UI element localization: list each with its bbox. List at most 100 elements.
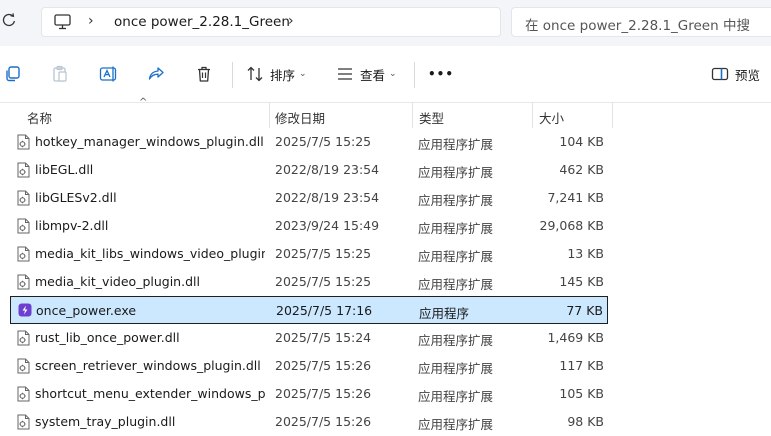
file-row[interactable]: once_power.exe 2025/7/5 17:16 应用程序 77 KB [10, 296, 608, 324]
file-modified-date: 2025/7/5 17:16 [276, 303, 373, 318]
file-type: 应用程序扩展 [418, 193, 494, 208]
share-icon [148, 67, 164, 80]
breadcrumb-current-folder[interactable]: once power_2.28.1_Green [114, 14, 290, 30]
file-type: 应用程序扩展 [418, 417, 494, 432]
file-row[interactable]: rust_lib_once_power.dll 2025/7/5 15:24 应用程… [10, 324, 608, 352]
more-options-button[interactable]: ••• [428, 62, 454, 86]
file-name: shortcut_menu_extender_windows_pl... [35, 386, 265, 401]
file-type: 应用程序扩展 [418, 221, 494, 236]
file-modified-date: 2025/7/5 15:26 [275, 386, 372, 401]
application-icon [18, 303, 32, 319]
file-name: system_tray_plugin.dll [35, 414, 176, 429]
file-modified-date: 2025/7/5 15:25 [275, 246, 372, 261]
column-divider[interactable] [612, 102, 613, 128]
file-name: media_kit_libs_windows_video_plugin.... [35, 246, 265, 261]
column-header-modified[interactable]: 修改日期 [275, 108, 325, 127]
paste-button[interactable] [51, 62, 69, 86]
file-size: 104 KB [559, 134, 604, 149]
column-header-size[interactable]: 大小 [539, 108, 564, 127]
file-name: media_kit_video_plugin.dll [35, 274, 200, 289]
file-modified-date: 2023/9/24 15:49 [275, 218, 380, 233]
file-row[interactable]: media_kit_libs_windows_video_plugin.... 2… [10, 240, 608, 268]
file-name: rust_lib_once_power.dll [35, 330, 180, 345]
more-icon: ••• [428, 67, 455, 81]
copy-button[interactable] [4, 62, 22, 86]
paste-icon [53, 65, 67, 82]
command-bar: 排序 ⌄ 查看 ⌄ ••• 预览 [0, 46, 771, 103]
file-type: 应用程序 [419, 306, 470, 321]
file-row[interactable]: libmpv-2.dll 2023/9/24 15:49 应用程序扩展 29,068 … [10, 212, 608, 240]
rename-button[interactable] [99, 62, 119, 86]
file-size: 105 KB [559, 386, 604, 401]
dll-file-icon [17, 190, 30, 206]
file-modified-date: 2025/7/5 15:25 [275, 274, 372, 289]
preview-label: 预览 [735, 67, 761, 83]
file-size: 1,469 KB [547, 330, 604, 345]
view-icon [338, 68, 352, 80]
file-name: screen_retriever_windows_plugin.dll [35, 358, 261, 373]
this-pc-icon [54, 14, 71, 33]
file-type: 应用程序扩展 [418, 277, 494, 292]
dll-file-icon [17, 246, 30, 262]
file-row[interactable]: hotkey_manager_windows_plugin.dll 2025/7/… [10, 128, 608, 156]
file-row[interactable]: system_tray_plugin.dll 2025/7/5 15:26 应用程序… [10, 408, 608, 436]
chevron-down-icon: ⌄ [389, 69, 397, 79]
copy-icon [6, 66, 20, 82]
file-type: 应用程序扩展 [418, 165, 494, 180]
search-box[interactable]: 在 once power_2.28.1_Green 中搜 [511, 7, 771, 37]
file-modified-date: 2025/7/5 15:26 [275, 358, 372, 373]
breadcrumb-expand-chevron-icon[interactable]: › [288, 13, 294, 29]
file-name: libmpv-2.dll [35, 218, 109, 233]
column-header-row: ^ 名称 修改日期 类型 大小 [0, 97, 771, 128]
dll-file-icon [17, 274, 30, 290]
delete-button[interactable] [195, 62, 213, 86]
refresh-icon[interactable] [2, 12, 20, 32]
file-size: 13 KB [567, 246, 604, 261]
file-modified-date: 2025/7/5 15:26 [275, 414, 372, 429]
search-placeholder: 在 once power_2.28.1_Green 中搜 [525, 18, 750, 34]
dll-file-icon [17, 358, 30, 374]
file-size: 29,068 KB [539, 218, 604, 233]
sort-ascending-caret-icon: ^ [139, 97, 148, 108]
dll-file-icon [17, 218, 30, 234]
file-type: 应用程序扩展 [418, 361, 494, 376]
file-modified-date: 2022/8/19 23:54 [275, 190, 380, 205]
file-size: 77 KB [566, 303, 603, 318]
file-size: 117 KB [559, 358, 604, 373]
address-bar-region: › once power_2.28.1_Green › 在 once power… [0, 0, 771, 46]
file-row[interactable]: screen_retriever_windows_plugin.dll 2025/… [10, 352, 608, 380]
file-type: 应用程序扩展 [418, 333, 494, 348]
dll-file-icon [17, 162, 30, 178]
file-row[interactable]: libGLESv2.dll 2022/8/19 23:54 应用程序扩展 7,241 … [10, 184, 608, 212]
dll-file-icon [17, 414, 30, 430]
file-row[interactable]: media_kit_video_plugin.dll 2025/7/5 15:25… [10, 268, 608, 296]
column-divider[interactable] [269, 102, 270, 128]
rename-icon [99, 66, 117, 82]
file-name: hotkey_manager_windows_plugin.dll [35, 134, 264, 149]
breadcrumb-chevron-icon[interactable]: › [88, 13, 94, 29]
toolbar-divider [232, 62, 233, 88]
file-modified-date: 2022/8/19 23:54 [275, 162, 380, 177]
file-name: libGLESv2.dll [35, 190, 117, 205]
file-name: libEGL.dll [35, 162, 94, 177]
sort-icon [247, 66, 263, 82]
view-label: 查看 [360, 67, 386, 83]
file-modified-date: 2025/7/5 15:24 [275, 330, 372, 345]
address-bar[interactable]: › once power_2.28.1_Green › [41, 7, 501, 37]
column-divider[interactable] [412, 102, 413, 128]
file-type: 应用程序扩展 [418, 249, 494, 264]
toolbar-divider [414, 62, 415, 88]
file-type: 应用程序扩展 [418, 389, 494, 404]
preview-pane-icon [711, 67, 729, 81]
view-button[interactable]: 查看 ⌄ [336, 62, 397, 86]
dll-file-icon [17, 386, 30, 402]
column-divider[interactable] [532, 102, 533, 128]
column-header-type[interactable]: 类型 [419, 108, 444, 127]
sort-button[interactable]: 排序 ⌄ [246, 62, 307, 86]
preview-pane-button[interactable]: 预览 [711, 62, 760, 86]
file-row[interactable]: libEGL.dll 2022/8/19 23:54 应用程序扩展 462 KB [10, 156, 608, 184]
share-button[interactable] [147, 62, 165, 86]
file-row[interactable]: shortcut_menu_extender_windows_pl... 2025… [10, 380, 608, 408]
file-name: once_power.exe [36, 303, 137, 318]
column-header-name[interactable]: 名称 [27, 108, 52, 127]
